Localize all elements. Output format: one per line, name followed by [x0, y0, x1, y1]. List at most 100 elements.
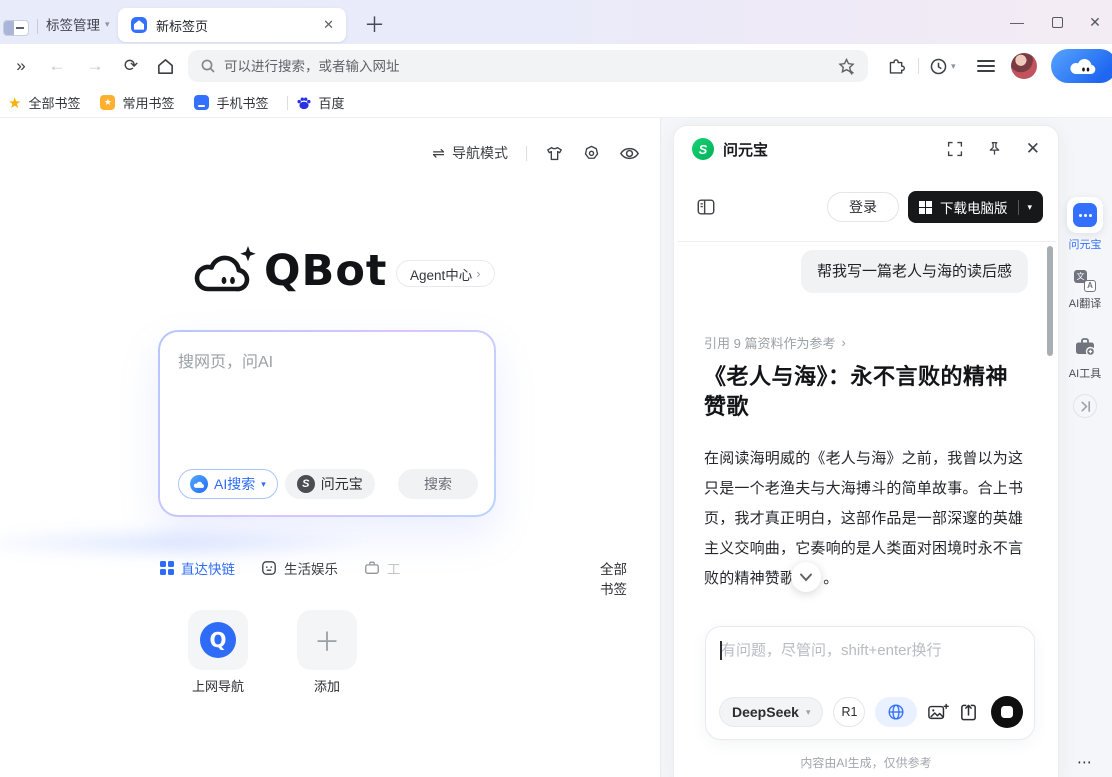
bookmarks-bar: ★ 全部书签 ★ 常用书签 手机书签 百度 — [0, 88, 1112, 118]
tab-bar: 标签管理 ▾ 新标签页 ✕ ＋ — ✕ — [0, 0, 1112, 44]
eye-icon[interactable] — [619, 144, 640, 163]
text-cursor — [720, 641, 722, 660]
page-controls: ⇌ 导航模式 — [432, 143, 640, 163]
quick-link-tabs: 直达快链 生活娱乐 工 全部书签 — [160, 558, 640, 578]
article-title: 《老人与海》：永不言败的精神赞歌 — [704, 362, 1028, 422]
chevron-down-icon: ▾ — [261, 479, 266, 490]
web-search-toggle[interactable] — [875, 697, 917, 727]
sidebar-toggle-icon[interactable] — [696, 197, 716, 217]
shortcut-nav-site[interactable]: Q — [188, 610, 248, 670]
ai-cloud-icon — [190, 475, 208, 493]
rail-item-yuanbao[interactable]: 问元宝 — [1058, 197, 1112, 252]
nav-mode-toggle[interactable]: ⇌ 导航模式 — [432, 143, 508, 163]
star-icon: ★ — [8, 94, 21, 112]
tab-life-entertainment[interactable]: 生活娱乐 — [261, 558, 338, 578]
briefcase-icon — [364, 560, 380, 576]
tab-manager-label: 标签管理 — [46, 14, 100, 34]
chevron-down-icon: ▾ — [806, 707, 811, 718]
rail-item-ai-translate[interactable]: 文 A AI翻译 — [1058, 270, 1112, 311]
model-selector[interactable]: DeepSeek ▾ — [719, 697, 823, 727]
forward-icon[interactable]: → — [80, 56, 110, 76]
ai-disclaimer: 内容由AI生成，仅供参考 — [674, 754, 1058, 771]
r1-mode-badge[interactable]: R1 — [833, 697, 865, 727]
home-icon[interactable] — [150, 57, 180, 76]
tab-manager-menu[interactable]: 标签管理 ▾ — [46, 14, 110, 34]
tab-close-icon[interactable]: ✕ — [323, 17, 334, 33]
user-avatar[interactable] — [1011, 53, 1037, 79]
window-close-button[interactable]: ✕ — [1086, 13, 1104, 31]
window-minimize-button[interactable]: — — [1008, 13, 1026, 31]
chat-bubble-icon — [1073, 203, 1097, 227]
bookmark-mobile[interactable]: 手机书签 — [194, 93, 268, 112]
pin-icon[interactable] — [987, 141, 1002, 157]
rail-item-ai-tools[interactable]: AI工具 — [1058, 336, 1112, 381]
yuanbao-logo-icon: S — [692, 138, 714, 160]
address-bar[interactable] — [188, 50, 868, 82]
search-card: AI搜索 ▾ S 问元宝 搜索 — [158, 330, 496, 517]
face-icon — [261, 560, 277, 576]
swap-icon: ⇌ — [432, 144, 445, 162]
tab-work[interactable]: 工 — [364, 558, 401, 578]
grid-icon — [160, 561, 174, 575]
tabs-overflow-icon[interactable]: » — [8, 56, 34, 76]
chat-input[interactable] — [721, 639, 1021, 683]
chat-scrollbar[interactable] — [1047, 246, 1053, 356]
article-body: 在阅读海明威的《老人与海》之前，我曾以为这只是一个老渔夫与大海搏斗的简单故事。合… — [704, 444, 1030, 594]
tab-manager-icon[interactable] — [3, 20, 29, 36]
citation-link[interactable]: 引用 9 篇资料作为参考 › — [704, 333, 1028, 352]
theme-shirt-icon[interactable] — [545, 144, 564, 163]
window-maximize-button[interactable] — [1048, 13, 1066, 31]
chat-input-actions: DeepSeek ▾ R1 — [719, 696, 1023, 728]
more-options-icon[interactable]: ⋯ — [1058, 753, 1112, 771]
panel-close-icon[interactable]: ✕ — [1026, 139, 1040, 159]
yuanbao-icon: S — [297, 475, 315, 493]
menu-icon[interactable] — [977, 60, 995, 72]
search-input[interactable] — [178, 348, 474, 444]
search-button[interactable]: 搜索 — [398, 469, 478, 499]
expand-icon[interactable] — [947, 141, 963, 157]
decorative-glow — [0, 526, 374, 560]
search-icon — [200, 58, 216, 74]
settings-gear-icon[interactable] — [582, 144, 601, 163]
bookmark-folder-icon: ★ — [100, 95, 115, 110]
add-image-icon[interactable] — [927, 702, 949, 722]
angle-right-icon: › — [841, 335, 845, 350]
scroll-down-button[interactable] — [791, 562, 821, 592]
qbot-assistant-button[interactable] — [1051, 49, 1112, 83]
rail-collapse[interactable] — [1058, 394, 1112, 418]
history-icon[interactable]: ▾ — [929, 57, 963, 76]
chevron-down-icon: ▾ — [1027, 202, 1032, 213]
bookmark-all[interactable]: ★ 全部书签 — [8, 93, 80, 112]
bookmark-baidu[interactable]: 百度 — [296, 93, 345, 112]
qbot-logo-text: QBot — [264, 246, 387, 296]
all-bookmarks-link[interactable]: 全部书签 — [600, 558, 640, 598]
stop-generation-button[interactable] — [991, 696, 1023, 728]
bookmark-frequent[interactable]: ★ 常用书签 — [100, 93, 174, 112]
refresh-icon[interactable]: ⟳ — [116, 56, 146, 76]
browser-q-icon: Q — [200, 622, 236, 658]
qbot-logo-icon — [191, 244, 261, 296]
panel-subheader: 登录 下载电脑版 ▾ — [674, 190, 1058, 224]
phone-icon — [194, 95, 209, 110]
angle-right-icon: › — [476, 266, 480, 281]
shortcut-label: 添加 — [297, 676, 357, 695]
bookmark-star-icon[interactable] — [837, 57, 856, 76]
shortcut-add[interactable]: ＋ — [297, 610, 357, 670]
agent-center-button[interactable]: Agent中心 › — [396, 260, 495, 287]
download-desktop-button[interactable]: 下载电脑版 ▾ — [908, 191, 1043, 223]
tab-new-tab-page[interactable]: 新标签页 ✕ — [118, 8, 346, 42]
address-input[interactable] — [224, 59, 831, 74]
ask-yuanbao-button[interactable]: S 问元宝 — [285, 469, 375, 499]
tab-quick-links[interactable]: 直达快链 — [160, 558, 235, 578]
upload-file-icon[interactable] — [959, 702, 978, 722]
new-tab-button[interactable]: ＋ — [364, 9, 385, 39]
extensions-icon[interactable] — [884, 57, 908, 76]
login-button[interactable]: 登录 — [827, 192, 899, 222]
divider — [526, 146, 527, 161]
panel-header: S 问元宝 ✕ — [674, 126, 1058, 172]
back-icon[interactable]: ← — [42, 56, 72, 76]
ai-search-mode-button[interactable]: AI搜索 ▾ — [178, 469, 278, 499]
windows-icon — [919, 201, 932, 214]
tab-favicon — [130, 16, 148, 34]
qbot-cloud-icon — [1067, 55, 1101, 77]
